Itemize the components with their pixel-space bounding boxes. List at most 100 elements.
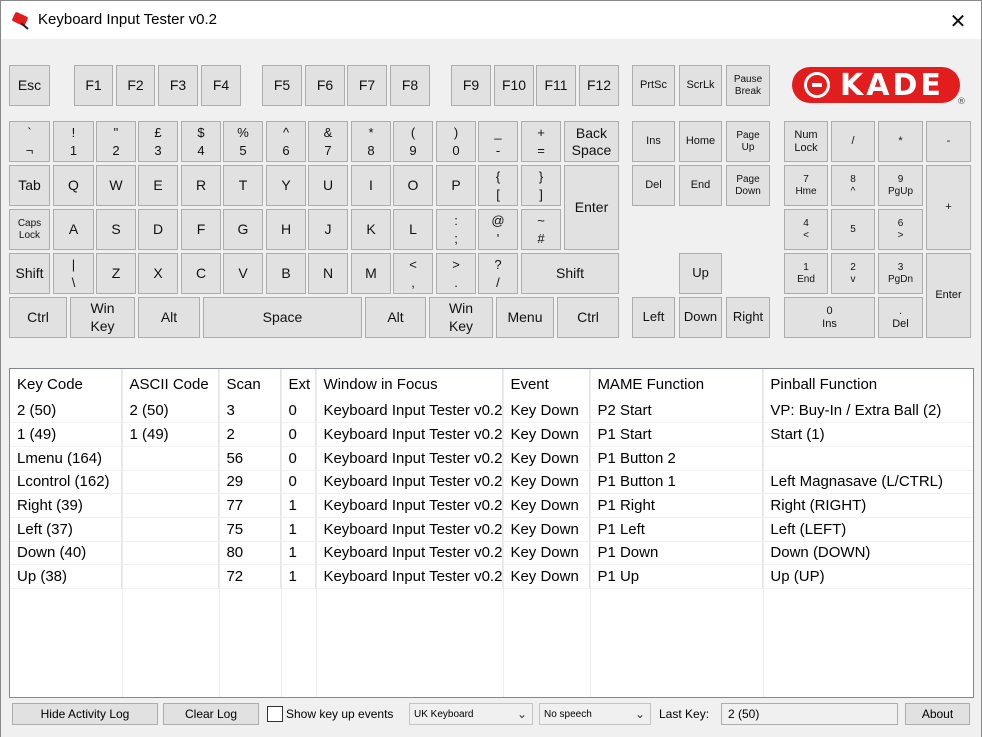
key-numpad-8[interactable]: 8 ^ bbox=[831, 165, 875, 206]
col-header-event[interactable]: Event bbox=[502, 369, 591, 399]
key-pause[interactable]: Pause Break bbox=[726, 65, 770, 106]
table-row[interactable]: Left (37) 75 1 Keyboard Input Tester v0.… bbox=[10, 517, 973, 542]
key-scrlk[interactable]: ScrLk bbox=[679, 65, 722, 106]
key-a[interactable]: A bbox=[53, 209, 94, 250]
col-header-window[interactable]: Window in Focus bbox=[315, 369, 504, 399]
key-lbrace[interactable]: { [ bbox=[478, 165, 518, 206]
key-slash[interactable]: ? / bbox=[478, 253, 518, 294]
about-button[interactable]: About bbox=[905, 703, 970, 725]
key-left-alt[interactable]: Alt bbox=[138, 297, 200, 338]
key-k[interactable]: K bbox=[351, 209, 391, 250]
key-4[interactable]: $ 4 bbox=[181, 121, 221, 162]
key-f4[interactable]: F4 bbox=[201, 65, 241, 106]
key-g[interactable]: G bbox=[223, 209, 263, 250]
col-header-key-code[interactable]: Key Code bbox=[10, 369, 123, 399]
key-numpad-1[interactable]: 1 End bbox=[784, 253, 828, 294]
key-n[interactable]: N bbox=[308, 253, 348, 294]
key-pgup[interactable]: Page Up bbox=[726, 121, 770, 162]
key-f8[interactable]: F8 bbox=[390, 65, 430, 106]
key-right-ctrl[interactable]: Ctrl bbox=[557, 297, 619, 338]
key-home[interactable]: Home bbox=[679, 121, 722, 162]
key-f10[interactable]: F10 bbox=[494, 65, 534, 106]
key-f7[interactable]: F7 bbox=[347, 65, 387, 106]
key-f11[interactable]: F11 bbox=[536, 65, 576, 106]
key-capslock[interactable]: Caps Lock bbox=[9, 209, 50, 250]
key-numpad-multiply[interactable]: * bbox=[878, 121, 923, 162]
key-1[interactable]: ! 1 bbox=[53, 121, 94, 162]
key-d[interactable]: D bbox=[138, 209, 178, 250]
key-up[interactable]: Up bbox=[679, 253, 722, 294]
key-w[interactable]: W bbox=[96, 165, 136, 206]
key-b[interactable]: B bbox=[266, 253, 306, 294]
key-m[interactable]: M bbox=[351, 253, 391, 294]
key-numpad-9[interactable]: 9 PgUp bbox=[878, 165, 923, 206]
key-numpad-3[interactable]: 3 PgDn bbox=[878, 253, 923, 294]
key-z[interactable]: Z bbox=[96, 253, 136, 294]
col-header-ext[interactable]: Ext bbox=[280, 369, 317, 399]
key-q[interactable]: Q bbox=[53, 165, 94, 206]
key-hash[interactable]: ~ # bbox=[521, 209, 561, 250]
table-row[interactable]: Right (39) 77 1 Keyboard Input Tester v0… bbox=[10, 493, 973, 518]
key-i[interactable]: I bbox=[351, 165, 391, 206]
key-backspace[interactable]: Back Space bbox=[564, 121, 619, 162]
table-row[interactable]: Lcontrol (162) 29 0 Keyboard Input Teste… bbox=[10, 470, 973, 495]
key-0[interactable]: ) 0 bbox=[436, 121, 476, 162]
key-l[interactable]: L bbox=[393, 209, 433, 250]
key-x[interactable]: X bbox=[138, 253, 178, 294]
key-8[interactable]: * 8 bbox=[351, 121, 391, 162]
key-numpad-enter[interactable]: Enter bbox=[926, 253, 971, 338]
key-s[interactable]: S bbox=[96, 209, 136, 250]
key-f1[interactable]: F1 bbox=[74, 65, 113, 106]
col-header-ascii-code[interactable]: ASCII Code bbox=[121, 369, 220, 399]
key-p[interactable]: P bbox=[436, 165, 476, 206]
key-tab[interactable]: Tab bbox=[9, 165, 50, 206]
key-r[interactable]: R bbox=[181, 165, 221, 206]
key-f12[interactable]: F12 bbox=[579, 65, 619, 106]
key-left-win[interactable]: Win Key bbox=[70, 297, 135, 338]
key-o[interactable]: O bbox=[393, 165, 433, 206]
key-f6[interactable]: F6 bbox=[305, 65, 345, 106]
key-e[interactable]: E bbox=[138, 165, 178, 206]
key-numpad-0[interactable]: 0 Ins bbox=[784, 297, 875, 338]
key-numpad-6[interactable]: 6 > bbox=[878, 209, 923, 250]
key-f3[interactable]: F3 bbox=[158, 65, 198, 106]
key-c[interactable]: C bbox=[181, 253, 221, 294]
speech-select[interactable]: No speech ⌄ bbox=[539, 703, 651, 725]
key-6[interactable]: ^ 6 bbox=[266, 121, 306, 162]
key-pgdn[interactable]: Page Down bbox=[726, 165, 770, 206]
key-del[interactable]: Del bbox=[632, 165, 675, 206]
key-end[interactable]: End bbox=[679, 165, 722, 206]
key-left[interactable]: Left bbox=[632, 297, 675, 338]
key-left-ctrl[interactable]: Ctrl bbox=[9, 297, 67, 338]
col-header-scan[interactable]: Scan bbox=[218, 369, 282, 399]
col-header-mame-function[interactable]: MAME Function bbox=[589, 369, 764, 399]
key-numpad-5[interactable]: 5 bbox=[831, 209, 875, 250]
key-period[interactable]: > . bbox=[436, 253, 476, 294]
key-f5[interactable]: F5 bbox=[262, 65, 302, 106]
key-f2[interactable]: F2 bbox=[116, 65, 155, 106]
key-esc[interactable]: Esc bbox=[9, 65, 50, 106]
key-prtsc[interactable]: PrtSc bbox=[632, 65, 675, 106]
table-row[interactable]: Lmenu (164) 56 0 Keyboard Input Tester v… bbox=[10, 446, 973, 471]
col-header-pinball-function[interactable]: Pinball Function bbox=[763, 369, 973, 399]
key-minus[interactable]: _ - bbox=[478, 121, 518, 162]
table-row[interactable]: 1 (49) 1 (49) 2 0 Keyboard Input Tester … bbox=[10, 422, 973, 447]
key-f9[interactable]: F9 bbox=[451, 65, 491, 106]
key-numpad-subtract[interactable]: - bbox=[926, 121, 971, 162]
key-numpad-4[interactable]: 4 < bbox=[784, 209, 828, 250]
key-rbrace[interactable]: } ] bbox=[521, 165, 561, 206]
keyboard-layout-select[interactable]: UK Keyboard ⌄ bbox=[409, 703, 533, 725]
table-row[interactable]: 2 (50) 2 (50) 3 0 Keyboard Input Tester … bbox=[10, 399, 973, 424]
show-key-up-checkbox[interactable] bbox=[267, 706, 283, 722]
key-numpad-7[interactable]: 7 Hme bbox=[784, 165, 828, 206]
key-enter[interactable]: Enter bbox=[564, 165, 619, 250]
key-down[interactable]: Down bbox=[679, 297, 722, 338]
key-menu[interactable]: Menu bbox=[496, 297, 554, 338]
key-9[interactable]: ( 9 bbox=[393, 121, 433, 162]
clear-log-button[interactable]: Clear Log bbox=[163, 703, 259, 725]
key-numpad-divide[interactable]: / bbox=[831, 121, 875, 162]
key-backtick[interactable]: ` ¬ bbox=[9, 121, 50, 162]
key-y[interactable]: Y bbox=[266, 165, 306, 206]
key-j[interactable]: J bbox=[308, 209, 348, 250]
table-row[interactable]: Down (40) 80 1 Keyboard Input Tester v0.… bbox=[10, 541, 973, 566]
